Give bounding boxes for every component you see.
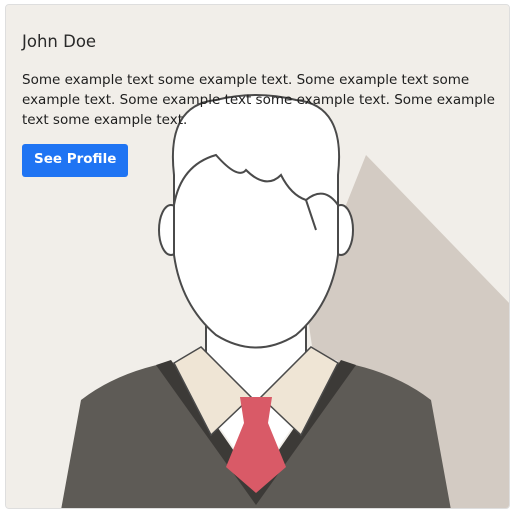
- card-overlay: John Doe Some example text some example …: [22, 31, 499, 177]
- see-profile-button[interactable]: See Profile: [22, 144, 129, 177]
- card-text: Some example text some example text. Som…: [22, 72, 495, 129]
- card-title: John Doe: [22, 32, 97, 51]
- profile-card: John Doe Some example text some example …: [5, 4, 510, 509]
